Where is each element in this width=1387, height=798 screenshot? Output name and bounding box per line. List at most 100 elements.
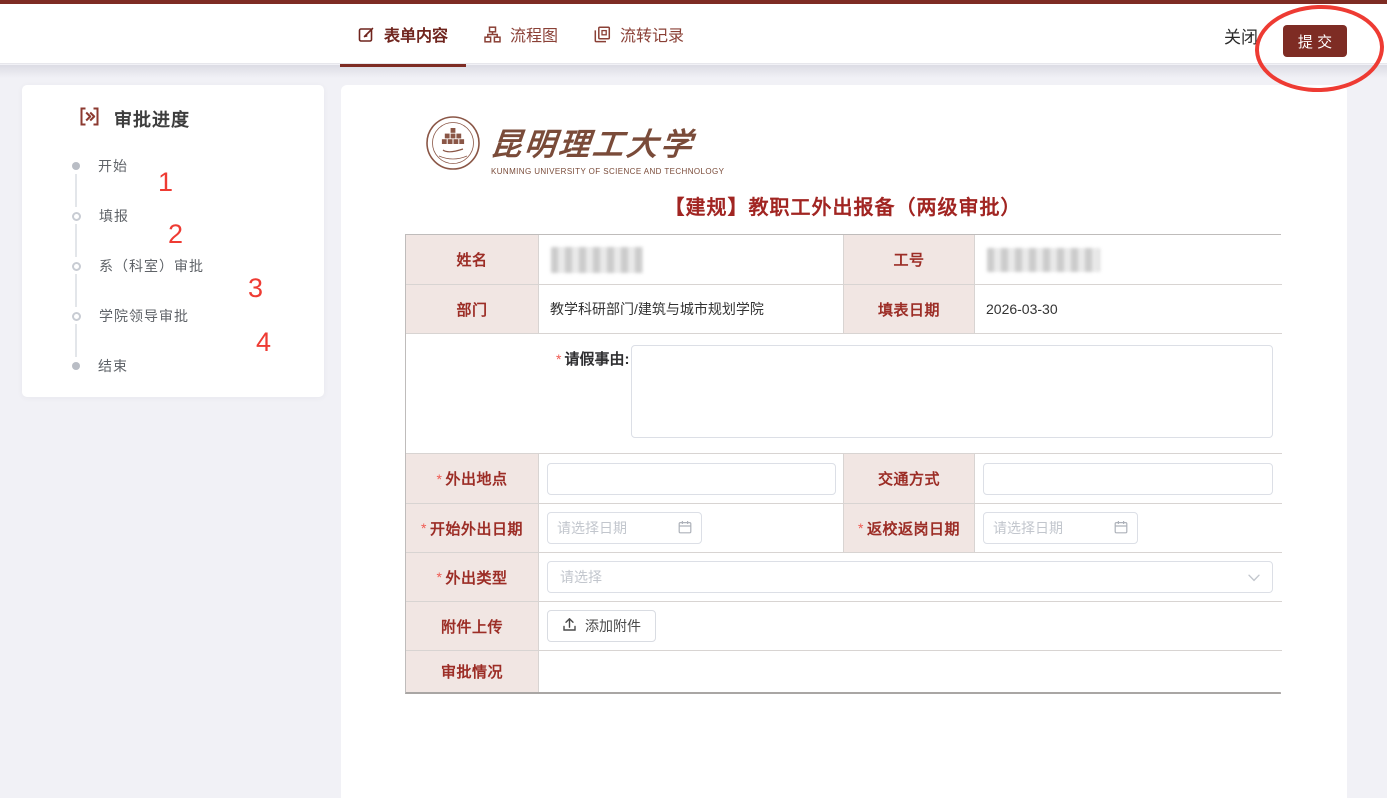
transport-input[interactable] (983, 463, 1273, 495)
start-date-picker[interactable] (547, 512, 702, 544)
step-dot (72, 162, 80, 170)
name-label: 姓名 (456, 249, 487, 270)
return-date-value-cell (975, 504, 1282, 553)
form-table: 姓名 工号 部门 教学科研部门/建筑与城市规划学院 填表日期 2026- (405, 234, 1281, 694)
logo-texts: 昆明理工大学 KUNMING UNIVERSITY OF SCIENCE AND… (491, 115, 724, 176)
active-tab-underline (340, 64, 466, 67)
university-name-cn: 昆明理工大学 (489, 119, 727, 164)
approval-progress-title: 审批进度 (114, 106, 190, 132)
university-logo: 昆明理工大学 KUNMING UNIVERSITY OF SCIENCE AND… (425, 115, 724, 176)
start-date-input[interactable] (557, 520, 672, 536)
step-dot (72, 362, 80, 370)
type-label: 外出类型 (445, 567, 507, 588)
required-marker: * (556, 351, 561, 367)
step-label: 填报 (99, 206, 129, 226)
step-dot (72, 212, 81, 221)
tab-records[interactable]: 流转记录 (576, 4, 702, 64)
name-value-redacted (551, 247, 643, 273)
reason-textarea[interactable] (631, 345, 1273, 438)
transport-label-cell: 交通方式 (844, 454, 975, 504)
employee-id-value-cell (975, 235, 1282, 285)
kust-seal-logo (425, 115, 481, 176)
employee-id-value-redacted (987, 248, 1100, 272)
transport-value-cell (975, 454, 1282, 504)
step-college-leader-approval: 学院领导审批 (72, 308, 189, 324)
step-connector (75, 274, 77, 307)
upload-icon (562, 617, 577, 635)
department-value: 教学科研部门/建筑与城市规划学院 (550, 299, 764, 319)
step-end: 结束 (72, 358, 128, 374)
step-connector (75, 224, 77, 257)
calendar-icon (678, 520, 692, 537)
reason-row: *请假事由: (406, 334, 1282, 454)
tab-label: 流程图 (510, 22, 558, 46)
close-button[interactable]: 关闭 (1224, 23, 1258, 53)
department-value-cell: 教学科研部门/建筑与城市规划学院 (539, 285, 844, 334)
edit-square-icon (358, 26, 375, 43)
tab-flowchart[interactable]: 流程图 (466, 4, 576, 64)
step-start: 开始 (72, 158, 128, 174)
return-date-picker[interactable] (983, 512, 1138, 544)
header: 表单内容 流程图 (0, 4, 1387, 64)
reason-label: *请假事由: (556, 348, 629, 369)
attachment-label-cell: 附件上传 (406, 602, 539, 651)
tab-bar: 表单内容 流程图 (340, 4, 702, 64)
header-shadow (0, 65, 1387, 78)
copy-document-icon (594, 26, 611, 43)
employee-id-label-cell: 工号 (844, 235, 975, 285)
step-dot (72, 312, 81, 321)
start-date-value-cell (539, 504, 844, 553)
attachment-value-cell: 添加附件 (539, 602, 1282, 651)
name-value-cell (539, 235, 844, 285)
approval-progress-header: 审批进度 (78, 105, 190, 133)
required-marker: * (421, 520, 427, 536)
step-connector (75, 174, 77, 207)
step-fill-in: 填报 (72, 208, 129, 224)
fill-date-label: 填表日期 (878, 299, 940, 320)
type-select-placeholder: 请选择 (560, 567, 602, 587)
approval-progress-panel: 审批进度 开始 填报 系（科室）审批 学院领导审批 结束 (22, 85, 324, 397)
tab-form-content[interactable]: 表单内容 (340, 4, 466, 64)
type-label-cell: * 外出类型 (406, 553, 539, 602)
step-label: 学院领导审批 (99, 306, 189, 326)
start-date-label: 开始外出日期 (430, 518, 523, 539)
destination-label-cell: * 外出地点 (406, 454, 539, 504)
tab-label: 流转记录 (620, 22, 684, 46)
approval-status-label-cell: 审批情况 (406, 651, 539, 692)
destination-label: 外出地点 (445, 468, 507, 489)
flowchart-icon (484, 26, 501, 43)
attachment-label: 附件上传 (441, 616, 503, 637)
form-content-panel: 昆明理工大学 KUNMING UNIVERSITY OF SCIENCE AND… (341, 85, 1347, 798)
submit-button[interactable]: 提 交 (1283, 25, 1347, 57)
chevron-down-icon (1248, 569, 1260, 585)
name-label-cell: 姓名 (406, 235, 539, 285)
university-name-en: KUNMING UNIVERSITY OF SCIENCE AND TECHNO… (491, 167, 724, 176)
add-attachment-button[interactable]: 添加附件 (547, 610, 656, 642)
fill-date-label-cell: 填表日期 (844, 285, 975, 334)
return-date-label-cell: * 返校返岗日期 (844, 504, 975, 553)
step-connector (75, 324, 77, 357)
employee-id-label: 工号 (893, 249, 924, 270)
step-dot (72, 262, 81, 271)
type-select[interactable]: 请选择 (547, 561, 1273, 593)
required-marker: * (437, 569, 443, 585)
fill-date-value-cell: 2026-03-30 (975, 285, 1282, 334)
step-label: 结束 (98, 356, 128, 376)
required-marker: * (437, 471, 443, 487)
calendar-icon (1114, 520, 1128, 537)
reason-label-text: 请假事由: (564, 351, 629, 368)
department-label: 部门 (456, 299, 487, 320)
destination-input[interactable] (547, 463, 836, 495)
department-label-cell: 部门 (406, 285, 539, 334)
fill-date-value: 2026-03-30 (986, 301, 1058, 317)
form-title: 【建规】教职工外出报备（两级审批） (405, 191, 1281, 220)
start-date-label-cell: * 开始外出日期 (406, 504, 539, 553)
add-attachment-label: 添加附件 (585, 616, 641, 636)
return-date-input[interactable] (993, 520, 1108, 536)
workflow-form-page: 表单内容 流程图 (0, 0, 1387, 798)
destination-value-cell (539, 454, 844, 504)
type-value-cell: 请选择 (539, 553, 1282, 602)
step-label: 系（科室）审批 (99, 256, 204, 276)
step-dept-approval: 系（科室）审批 (72, 258, 204, 274)
approval-status-value-cell (539, 651, 1282, 692)
